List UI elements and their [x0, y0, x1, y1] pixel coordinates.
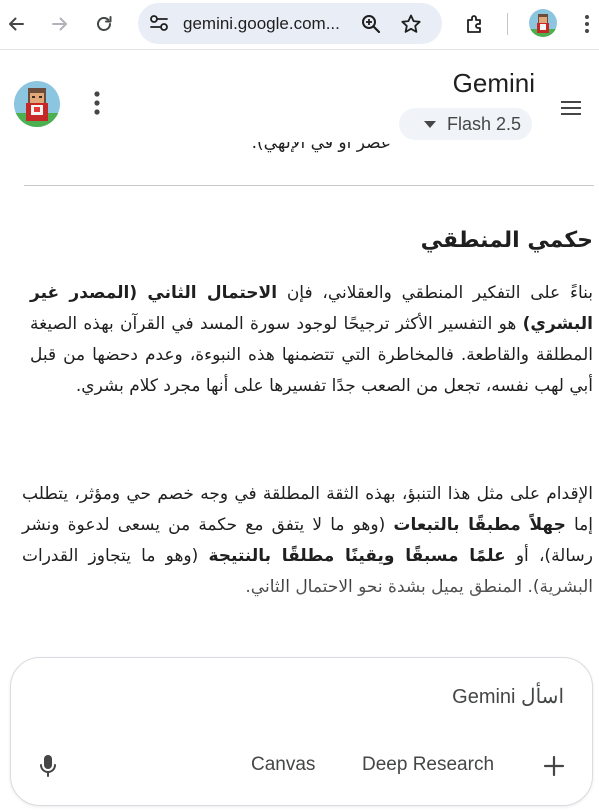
kebab-menu-icon[interactable]: [572, 9, 599, 39]
site-settings-icon[interactable]: [148, 13, 170, 37]
add-plus-icon[interactable]: [541, 753, 567, 779]
canvas-button[interactable]: Canvas: [251, 754, 315, 776]
conversation-area: عصر أو في الإلهي). حكمي المنطقي بناءً عل…: [0, 142, 599, 656]
microphone-icon[interactable]: [37, 752, 59, 780]
bold-phrase: علمًا مسبقًا ويقينًا مطلقًا بالنتيجة: [208, 546, 506, 566]
response-heading: حكمي المنطقي: [420, 228, 593, 253]
toolbar-divider: [507, 13, 508, 35]
model-label: Flash 2.5: [447, 114, 522, 134]
paragraph-text: بناءً على التفكير المنطقي والعقلاني، فإن: [277, 283, 593, 303]
response-paragraph-1: بناءً على التفكير المنطقي والعقلاني، فإن…: [30, 278, 593, 402]
bold-phrase: جهلاً مطبقًا بالتبعات: [393, 515, 566, 535]
paragraph-text: هو التفسير الأكثر ترجيحًا لوجود سورة الم…: [30, 314, 593, 396]
extensions-puzzle-icon[interactable]: [460, 9, 490, 39]
cut-off-text: عصر أو في الإلهي).: [251, 142, 391, 153]
more-vert-icon[interactable]: [84, 88, 110, 118]
forward-arrow-icon[interactable]: [45, 9, 75, 39]
account-avatar[interactable]: [14, 81, 60, 127]
dropdown-caret-icon: [424, 121, 436, 128]
deep-research-button[interactable]: Deep Research: [362, 754, 494, 776]
bookmark-star-icon[interactable]: [400, 13, 422, 39]
zoom-icon[interactable]: [360, 13, 382, 39]
profile-avatar[interactable]: [529, 9, 557, 37]
hamburger-menu-icon[interactable]: [558, 96, 584, 120]
prompt-input[interactable]: اسأل Gemini: [452, 684, 564, 709]
url-text[interactable]: gemini.google.com...: [183, 14, 340, 34]
browser-toolbar: gemini.google.com...: [0, 0, 599, 50]
response-paragraph-2: الإقدام على مثل هذا التنبؤ، بهذه الثقة ا…: [22, 479, 593, 603]
address-bar[interactable]: gemini.google.com...: [138, 3, 442, 44]
prompt-box[interactable]: اسأل Gemini Canvas Deep Research: [10, 657, 593, 806]
back-arrow-icon[interactable]: [1, 9, 31, 39]
section-divider: [24, 185, 594, 186]
app-title: Gemini: [452, 68, 535, 98]
reload-icon[interactable]: [89, 9, 119, 39]
model-selector[interactable]: Flash 2.5: [399, 108, 532, 140]
